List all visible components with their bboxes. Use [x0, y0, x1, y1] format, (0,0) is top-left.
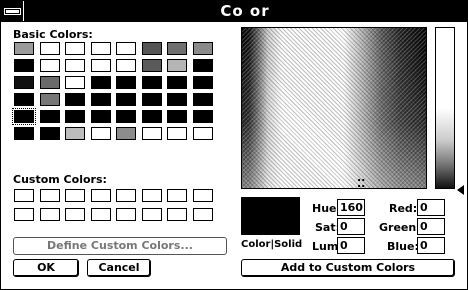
basic-color-swatch[interactable]	[91, 76, 111, 89]
custom-color-swatch[interactable]	[167, 189, 187, 202]
custom-colors-label: Custom Colors:	[13, 173, 107, 186]
basic-color-swatch[interactable]	[14, 59, 34, 72]
ok-button[interactable]: OK	[13, 259, 79, 277]
green-label: Green:	[379, 221, 421, 234]
system-menu-icon	[5, 9, 20, 14]
basic-color-swatch[interactable]	[142, 59, 162, 72]
add-to-custom-colors-button[interactable]: Add to Custom Colors	[241, 259, 455, 277]
blue-label: Blue:	[387, 240, 419, 253]
basic-color-swatch[interactable]	[40, 59, 60, 72]
basic-color-swatch[interactable]	[193, 76, 213, 89]
basic-color-swatch[interactable]	[167, 76, 187, 89]
basic-color-swatch[interactable]	[91, 42, 111, 55]
title-bar: Co or	[1, 1, 467, 22]
cancel-button[interactable]: Cancel	[87, 259, 151, 277]
basic-color-swatch[interactable]	[142, 110, 162, 123]
basic-color-swatch[interactable]	[116, 127, 136, 140]
basic-color-swatch[interactable]	[65, 110, 85, 123]
custom-color-swatch[interactable]	[40, 189, 60, 202]
basic-color-swatch[interactable]	[40, 42, 60, 55]
basic-color-swatch[interactable]	[40, 93, 60, 106]
basic-color-swatch[interactable]	[14, 93, 34, 106]
basic-color-swatch[interactable]	[65, 42, 85, 55]
custom-color-swatch[interactable]	[65, 189, 85, 202]
luminosity-bar[interactable]	[435, 27, 455, 189]
custom-color-swatch[interactable]	[193, 208, 213, 221]
basic-color-swatch[interactable]	[65, 59, 85, 72]
red-label: Red:	[389, 202, 418, 215]
basic-color-swatch[interactable]	[91, 93, 111, 106]
basic-color-swatch[interactable]	[40, 76, 60, 89]
green-field[interactable]: 0	[417, 218, 445, 235]
define-custom-colors-button[interactable]: Define Custom Colors...	[13, 237, 227, 255]
basic-color-swatch[interactable]	[193, 59, 213, 72]
basic-colors-label: Basic Colors:	[13, 28, 93, 41]
custom-color-swatch[interactable]	[14, 189, 34, 202]
basic-color-swatch[interactable]	[167, 59, 187, 72]
basic-color-swatch[interactable]	[167, 127, 187, 140]
custom-color-swatch[interactable]	[65, 208, 85, 221]
basic-color-swatch[interactable]	[65, 127, 85, 140]
basic-color-swatch[interactable]	[12, 108, 36, 125]
spectrum-dither	[242, 28, 426, 188]
sat-field[interactable]: 0	[337, 218, 365, 235]
custom-color-swatch[interactable]	[91, 208, 111, 221]
custom-color-swatch[interactable]	[193, 189, 213, 202]
color-solid-preview[interactable]	[241, 197, 300, 235]
basic-color-swatch[interactable]	[193, 110, 213, 123]
basic-color-swatch[interactable]	[167, 93, 187, 106]
basic-color-swatch[interactable]	[14, 42, 34, 55]
custom-color-swatch[interactable]	[142, 208, 162, 221]
basic-color-swatch[interactable]	[65, 93, 85, 106]
basic-color-swatch[interactable]	[91, 59, 111, 72]
custom-color-swatch[interactable]	[40, 208, 60, 221]
custom-color-swatch[interactable]	[142, 189, 162, 202]
system-menu-box[interactable]	[1, 1, 24, 21]
color-spectrum[interactable]	[241, 27, 427, 189]
window-title: Co or	[220, 2, 270, 20]
basic-color-swatch[interactable]	[142, 76, 162, 89]
lum-field[interactable]: 0	[337, 237, 365, 254]
basic-color-swatch[interactable]	[116, 93, 136, 106]
custom-color-swatch[interactable]	[167, 208, 187, 221]
basic-color-swatch[interactable]	[91, 110, 111, 123]
custom-color-swatch[interactable]	[14, 208, 34, 221]
luminosity-arrow-icon[interactable]	[457, 185, 464, 195]
red-field[interactable]: 0	[417, 199, 445, 216]
custom-color-swatch[interactable]	[116, 189, 136, 202]
basic-color-swatch[interactable]	[142, 93, 162, 106]
basic-color-swatch[interactable]	[40, 127, 60, 140]
basic-color-swatch[interactable]	[40, 110, 60, 123]
basic-color-swatch[interactable]	[14, 76, 34, 89]
spectrum-crosshair-icon[interactable]: ⁚⁚	[357, 177, 365, 190]
basic-color-swatch[interactable]	[167, 110, 187, 123]
basic-color-swatch[interactable]	[116, 76, 136, 89]
basic-color-swatch[interactable]	[193, 127, 213, 140]
blue-field[interactable]: 0	[417, 237, 445, 254]
basic-color-swatch[interactable]	[193, 42, 213, 55]
custom-color-swatch[interactable]	[116, 208, 136, 221]
basic-color-swatch[interactable]	[116, 110, 136, 123]
color-dialog: Co or Basic Colors: Custom Colors: Defin…	[0, 0, 468, 290]
basic-color-swatch[interactable]	[91, 127, 111, 140]
basic-color-swatch[interactable]	[116, 59, 136, 72]
basic-color-swatch[interactable]	[65, 76, 85, 89]
basic-color-swatch[interactable]	[116, 42, 136, 55]
custom-color-swatch[interactable]	[91, 189, 111, 202]
basic-color-swatch[interactable]	[142, 42, 162, 55]
basic-color-swatch[interactable]	[142, 127, 162, 140]
basic-color-swatch[interactable]	[14, 127, 34, 140]
hue-field[interactable]: 160	[337, 199, 365, 216]
basic-color-swatch[interactable]	[167, 42, 187, 55]
color-solid-label: Color|Solid	[241, 239, 303, 250]
basic-color-swatch[interactable]	[193, 93, 213, 106]
